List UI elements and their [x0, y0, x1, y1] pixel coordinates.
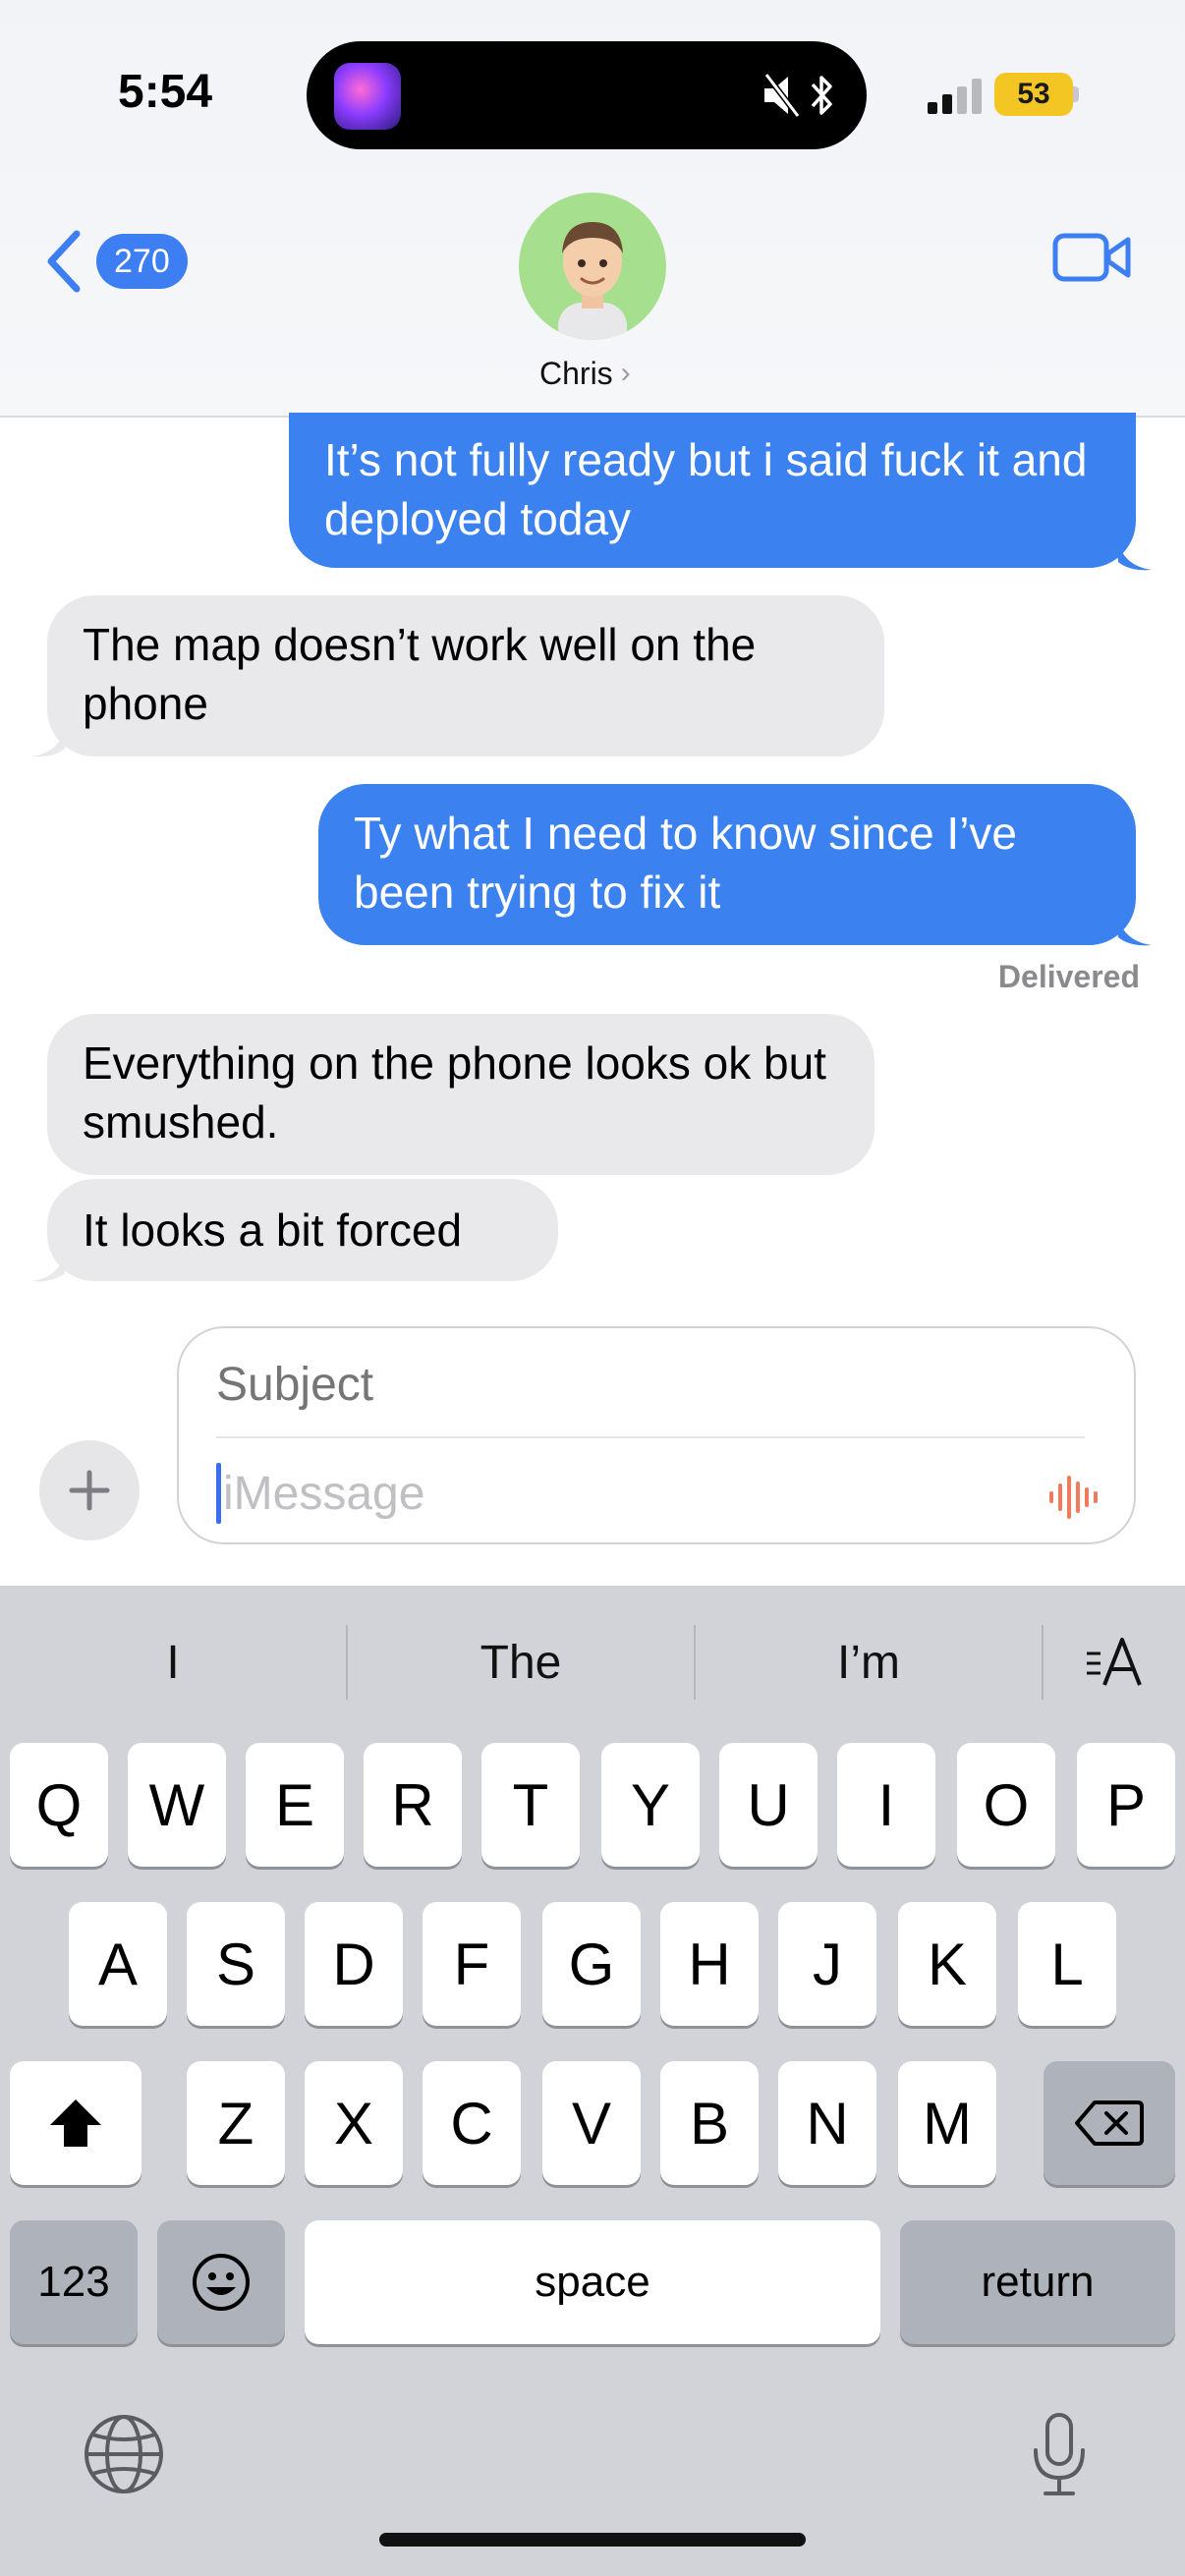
microphone-icon[interactable]	[1028, 2411, 1091, 2499]
message-placeholder: iMessage	[223, 1467, 425, 1520]
now-playing-artwork-icon[interactable]	[334, 63, 401, 130]
key[interactable]: A	[69, 1902, 167, 2026]
island-status-icons	[762, 69, 837, 122]
compose-field: iMessage	[177, 1326, 1136, 1544]
subject-input[interactable]	[216, 1350, 1081, 1419]
message-text: Ty what I need to know since I’ve been t…	[354, 808, 1018, 918]
key[interactable]: M	[898, 2061, 996, 2185]
key[interactable]: N	[778, 2061, 876, 2185]
suggestion-item[interactable]: I	[0, 1615, 346, 1709]
shift-icon	[50, 2100, 101, 2147]
video-camera-icon[interactable]	[1051, 226, 1132, 289]
battery-indicator: 53	[994, 73, 1073, 116]
delete-key[interactable]	[1044, 2061, 1175, 2185]
key[interactable]: B	[660, 2061, 759, 2185]
key[interactable]: P	[1077, 1743, 1175, 1867]
key[interactable]: D	[305, 1902, 403, 2026]
memoji-avatar-icon	[558, 222, 627, 340]
key[interactable]: T	[481, 1743, 580, 1867]
message-input[interactable]: iMessage	[216, 1458, 1002, 1529]
key[interactable]: S	[187, 1902, 285, 2026]
status-time: 5:54	[118, 66, 213, 118]
key[interactable]: G	[542, 1902, 641, 2026]
delivered-status: Delivered	[997, 959, 1140, 994]
audio-waveform-icon[interactable]	[1045, 1474, 1104, 1521]
key[interactable]: C	[423, 2061, 521, 2185]
message-bubble-incoming[interactable]: The map doesn’t work well on the phone	[47, 595, 884, 756]
contact-avatar[interactable]	[519, 193, 666, 340]
key[interactable]: L	[1018, 1902, 1116, 2026]
key[interactable]: K	[898, 1902, 996, 2026]
key[interactable]: R	[364, 1743, 462, 1867]
text-cursor	[216, 1463, 221, 1524]
numbers-key[interactable]: 123	[10, 2220, 138, 2344]
bubble-tail	[31, 1248, 67, 1282]
mute-icon	[763, 73, 801, 118]
bubble-tail	[1116, 912, 1152, 946]
dynamic-island[interactable]	[307, 41, 867, 149]
message-text: The map doesn’t work well on the phone	[83, 619, 757, 729]
key[interactable]: F	[423, 1902, 521, 2026]
delete-icon	[1075, 2100, 1144, 2146]
predictive-bar: I The I’m	[0, 1586, 1185, 1739]
key[interactable]: J	[778, 1902, 876, 2026]
message-bubble-incoming[interactable]: Everything on the phone looks ok but smu…	[47, 1014, 875, 1175]
globe-icon[interactable]	[83, 2413, 165, 2495]
key[interactable]: W	[128, 1743, 226, 1867]
cellular-signal-icon	[928, 79, 983, 114]
home-indicator[interactable]	[379, 2533, 806, 2547]
back-button[interactable]: 270	[43, 224, 210, 299]
suggestion-item[interactable]: The	[348, 1615, 694, 1709]
bubble-tail	[31, 723, 67, 757]
text-format-button[interactable]	[1044, 1615, 1185, 1709]
message-text: It looks a bit forced	[83, 1204, 463, 1256]
space-key[interactable]: space	[305, 2220, 880, 2344]
key[interactable]: E	[246, 1743, 344, 1867]
plus-icon	[69, 1470, 110, 1511]
key[interactable]: I	[837, 1743, 935, 1867]
contact-name-button[interactable]: Chris ›	[539, 354, 657, 393]
key[interactable]: O	[957, 1743, 1055, 1867]
bubble-tail	[1116, 536, 1152, 571]
key[interactable]: U	[719, 1743, 818, 1867]
conversation-header: 5:54 53 270 Chris ›	[0, 0, 1185, 418]
apps-plus-button[interactable]	[39, 1440, 140, 1540]
chevron-right-icon: ›	[620, 357, 631, 389]
message-bubble-outgoing[interactable]: Ty what I need to know since I’ve been t…	[318, 784, 1136, 945]
message-text: It’s not fully ready but i said fuck it …	[324, 434, 1088, 544]
keyboard: I The I’m Q W E R T Y U I O P A S D F G …	[0, 1586, 1185, 2576]
back-chevron-icon	[47, 230, 81, 293]
text-format-icon	[1087, 1638, 1142, 1686]
key[interactable]: V	[542, 2061, 641, 2185]
shift-key[interactable]	[10, 2061, 141, 2185]
key[interactable]: Y	[601, 1743, 700, 1867]
key[interactable]: Q	[10, 1743, 108, 1867]
message-bubble-outgoing[interactable]: It’s not fully ready but i said fuck it …	[289, 413, 1136, 568]
message-text: Everything on the phone looks ok but smu…	[83, 1037, 826, 1148]
bluetooth-icon	[811, 76, 832, 115]
return-key[interactable]: return	[900, 2220, 1175, 2344]
compose-divider	[216, 1436, 1085, 1438]
key[interactable]: H	[660, 1902, 759, 2026]
key[interactable]: Z	[187, 2061, 285, 2185]
contact-name: Chris	[539, 355, 613, 391]
battery-nub	[1073, 86, 1079, 102]
key[interactable]: X	[305, 2061, 403, 2185]
suggestion-item[interactable]: I’m	[696, 1615, 1042, 1709]
emoji-icon	[193, 2254, 250, 2311]
message-bubble-incoming[interactable]: It looks a bit forced	[47, 1179, 558, 1281]
emoji-key[interactable]	[157, 2220, 285, 2344]
unread-count-badge: 270	[96, 234, 188, 289]
